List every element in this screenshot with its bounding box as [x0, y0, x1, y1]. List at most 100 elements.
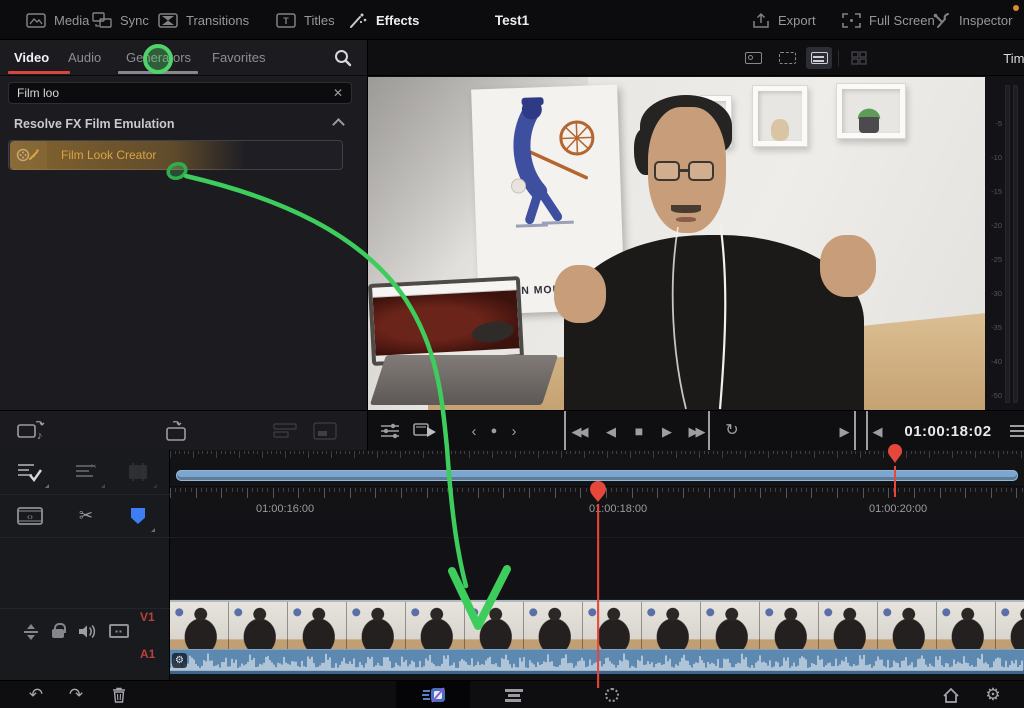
export-icon [752, 12, 770, 29]
auto-select-tool-icon[interactable] [16, 460, 44, 484]
step-back-icon[interactable]: ◀ [602, 411, 620, 451]
sync-button[interactable]: Sync [92, 0, 149, 40]
razor-tool-icon[interactable]: ✂ [74, 504, 98, 528]
color-page-tab[interactable] [598, 681, 626, 708]
insert-video-only-icon[interactable] [162, 419, 192, 443]
transitions-button[interactable]: Transitions [158, 0, 249, 40]
transport-timecode: 01:00:18:02 [898, 411, 998, 451]
clip-thumbnail [465, 602, 524, 649]
meter-bar-left [1005, 85, 1010, 403]
tab-video[interactable]: Video [14, 40, 49, 74]
ripple-tool-icon[interactable]: ↑↓ [72, 460, 100, 484]
inspector-button[interactable]: Inspector [932, 0, 1012, 40]
home-icon[interactable] [938, 681, 964, 708]
trim-view-icon[interactable] [774, 47, 800, 69]
clip-settings-badge-icon[interactable]: ⚙ [172, 653, 187, 668]
redo-icon[interactable]: ↷ [62, 681, 90, 708]
timeline-minimap-ticks [170, 451, 1024, 460]
timeline-name-dropdown[interactable]: Timeline 1 [958, 40, 1024, 76]
go-to-end-icon[interactable]: ▶▶ [684, 411, 710, 451]
media-button[interactable]: Media [26, 0, 89, 40]
jog-left-icon[interactable]: ‹ [466, 411, 482, 451]
film-look-creator-item[interactable]: Film Look Creator [8, 140, 343, 170]
jog-dot-icon[interactable]: ● [486, 411, 502, 451]
snapping-shield-icon[interactable] [126, 504, 150, 528]
presence-dot [1013, 5, 1019, 11]
person-left-hand [554, 265, 606, 323]
effects-library-panel: Video Audio Generators Favorites ✕ Resol… [0, 40, 368, 410]
track-height-icon[interactable] [22, 622, 40, 642]
tab-favorites[interactable]: Favorites [212, 40, 265, 74]
search-icon[interactable] [334, 49, 352, 67]
titles-button[interactable]: T Titles [276, 0, 335, 40]
meter-label: -25 [986, 255, 1002, 264]
ruler-label: 01:00:16:00 [256, 503, 314, 515]
audio-track-label[interactable]: A1 [140, 647, 168, 661]
timeline-scroll-bar[interactable] [176, 470, 1018, 481]
tab-generators[interactable]: Generators [126, 40, 191, 74]
transitions-label: Transitions [186, 13, 249, 28]
timeline-tracks[interactable]: 01:00:16:00 01:00:18:00 01:00:20:00 ⚙ [170, 450, 1024, 680]
viewer-header: Timeline 1 00:00:21:03 PXY ✦ [368, 40, 1024, 76]
film-look-creator-label: Film Look Creator [61, 148, 156, 162]
effects-search-box: ✕ [8, 82, 352, 104]
video-track-label[interactable]: V1 [140, 610, 168, 624]
film-look-creator-icon [9, 141, 47, 169]
media-label: Media [54, 13, 89, 28]
dimmed-tool-icon-2[interactable] [312, 421, 338, 441]
clip-thumbnail [170, 602, 229, 649]
clip-thumbnail [819, 602, 878, 649]
dimmed-tool-icon-1[interactable] [272, 421, 298, 441]
sync-icon [92, 12, 112, 28]
meter-label: -20 [986, 221, 1002, 230]
timeline-options-icon[interactable] [376, 411, 404, 451]
ruler-label: 01:00:18:00 [589, 503, 647, 515]
enable-video-track-icon[interactable]: ▪▪ [106, 620, 132, 642]
dynamic-trim-icon[interactable]: ‹› [16, 504, 44, 528]
transport-bar: ‹ ● › ◀◀ ◀ ■ ▶ ▶▶ ↻ ▶ ◀ 01:00:18:02 [368, 410, 1024, 450]
go-to-start-icon[interactable]: ◀◀ [564, 411, 590, 451]
play-around-icon[interactable] [410, 411, 440, 451]
timeline-view-icon[interactable] [806, 47, 832, 69]
audio-meters: -5 -10 -15 -20 -25 -30 -35 -40 -50 [985, 77, 1024, 410]
loop-icon[interactable]: ↻ [722, 411, 742, 451]
hamburger-menu-icon[interactable] [1008, 411, 1024, 451]
multiview-icon[interactable] [846, 47, 872, 69]
lock-track-icon[interactable] [48, 618, 68, 642]
media-pool-view-icon[interactable] [740, 47, 766, 69]
play-to-end-icon[interactable]: ▶ [836, 411, 856, 451]
play-from-start-icon[interactable]: ◀ [866, 411, 886, 451]
mute-track-icon[interactable] [76, 620, 100, 642]
effects-button[interactable]: Effects [348, 0, 419, 40]
trash-icon[interactable] [106, 681, 132, 708]
meter-label: -35 [986, 323, 1002, 332]
audio-clip[interactable] [170, 649, 1024, 674]
clip-thumbnail [406, 602, 465, 649]
section-title[interactable]: Resolve FX Film Emulation [14, 112, 354, 136]
play-icon[interactable]: ▶ [658, 411, 676, 451]
fullscreen-button[interactable]: Full Screen [842, 0, 935, 40]
stop-icon[interactable]: ■ [630, 411, 648, 451]
timeline-area: ↑↓ ‹› ✂ ▪▪ V1 A1 01:00:16 [0, 450, 1024, 680]
effects-label: Effects [376, 13, 419, 28]
clear-search-icon[interactable]: ✕ [333, 86, 343, 100]
media-icon [26, 13, 46, 28]
video-preview[interactable]: PIRIN MOUNTAINS [368, 77, 985, 410]
tab-audio[interactable]: Audio [68, 40, 101, 74]
clip-thumbnail [583, 602, 642, 649]
insert-clip-audio-icon[interactable]: ♪ [16, 419, 48, 443]
trim-mode-icon[interactable] [124, 460, 152, 484]
jog-right-icon[interactable]: › [506, 411, 522, 451]
undo-icon[interactable]: ↶ [22, 681, 50, 708]
meter-label: -10 [986, 153, 1002, 162]
cut-page-tab[interactable] [396, 681, 470, 708]
search-input[interactable] [9, 86, 319, 100]
divider [838, 50, 839, 66]
clip-thumbnail [288, 602, 347, 649]
edit-page-tab[interactable] [500, 681, 528, 708]
video-clip[interactable] [170, 600, 1024, 649]
transitions-icon [158, 13, 178, 28]
settings-gear-icon[interactable]: ⚙ [980, 681, 1006, 708]
export-button[interactable]: Export [752, 0, 816, 40]
meter-label: -30 [986, 289, 1002, 298]
